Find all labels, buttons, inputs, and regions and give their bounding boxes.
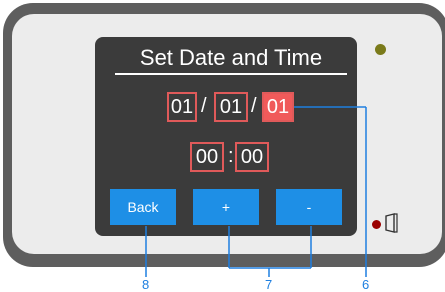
- callout-number-year: 6: [362, 277, 370, 292]
- time-field-hour[interactable]: 00: [190, 142, 224, 172]
- callout-number-plus-minus: 7: [265, 277, 273, 292]
- time-separator: :: [228, 145, 234, 167]
- screen-title: Set Date and Time: [115, 43, 347, 75]
- door-icon: [385, 213, 398, 233]
- back-button[interactable]: Back: [110, 189, 176, 225]
- plus-button[interactable]: +: [193, 189, 259, 225]
- date-separator: /: [251, 95, 257, 117]
- time-field-minute[interactable]: 00: [235, 142, 269, 172]
- date-field-month[interactable]: 01: [214, 92, 248, 122]
- date-field-day[interactable]: 01: [167, 92, 197, 122]
- date-field-year[interactable]: 01: [262, 92, 294, 122]
- callout-number-back: 8: [142, 277, 150, 292]
- red-led-icon: [372, 220, 381, 229]
- minus-button[interactable]: -: [276, 189, 342, 225]
- lcd-screen: Set Date and Time 01 / 01 / 01 00 : 00 B…: [95, 37, 357, 236]
- green-led-icon: [375, 44, 386, 55]
- date-separator: /: [201, 95, 207, 117]
